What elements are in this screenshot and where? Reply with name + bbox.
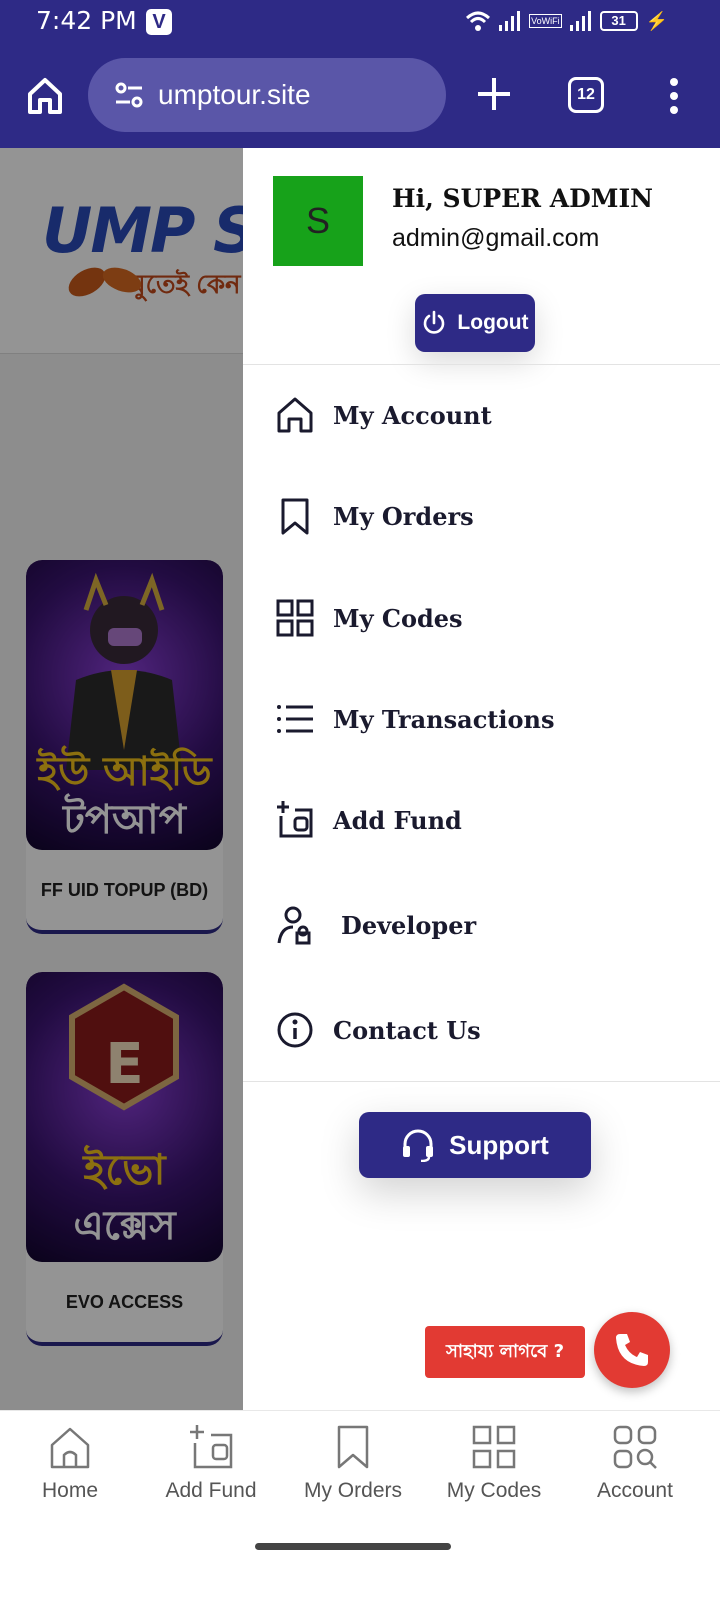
signal-icon bbox=[499, 11, 521, 31]
phone-icon bbox=[616, 1334, 648, 1366]
avatar: S bbox=[273, 176, 363, 266]
menu-item-label: My Codes bbox=[333, 603, 463, 633]
home-icon bbox=[50, 1427, 90, 1469]
grid-icon bbox=[472, 1425, 516, 1469]
status-time: 7:42 PM bbox=[36, 6, 137, 35]
gesture-home-indicator[interactable] bbox=[255, 1543, 451, 1550]
nav-label: My Orders bbox=[303, 1479, 402, 1502]
nav-label: Home bbox=[41, 1479, 99, 1502]
nav-my-codes[interactable]: My Codes bbox=[424, 1423, 564, 1523]
info-icon bbox=[273, 1008, 317, 1052]
nav-label: Add Fund bbox=[165, 1479, 257, 1502]
grid-icon bbox=[273, 596, 317, 640]
url-bar[interactable]: umptour.site bbox=[88, 58, 446, 132]
vowifi-icon: VoWiFi bbox=[529, 14, 562, 28]
call-button[interactable] bbox=[594, 1312, 670, 1388]
headset-icon bbox=[403, 1129, 434, 1162]
wifi-icon bbox=[466, 11, 491, 31]
user-greeting: Hi, SUPER ADMIN bbox=[392, 184, 654, 213]
support-button[interactable]: Support bbox=[359, 1112, 591, 1178]
logout-label: Logout bbox=[457, 311, 529, 334]
bookmark-icon bbox=[273, 494, 317, 538]
browser-toolbar: umptour.site 12 bbox=[0, 44, 720, 148]
nav-label: Account bbox=[597, 1479, 673, 1502]
menu-item-my-account[interactable]: My Account bbox=[273, 385, 693, 445]
menu-item-my-codes[interactable]: My Codes bbox=[273, 588, 693, 648]
home-icon bbox=[273, 393, 317, 437]
menu-item-label: Developer bbox=[341, 910, 477, 940]
support-label: Support bbox=[449, 1129, 549, 1160]
power-icon bbox=[424, 310, 445, 334]
menu-item-label: Add Fund bbox=[333, 805, 462, 835]
tab-switcher-button[interactable]: 12 bbox=[568, 77, 604, 113]
divider bbox=[243, 1081, 720, 1082]
wallet-plus-icon bbox=[190, 1425, 233, 1469]
bookmark-icon bbox=[337, 1425, 369, 1469]
nav-add-fund[interactable]: Add Fund bbox=[141, 1423, 281, 1523]
status-bar: 7:42 PM V VoWiFi 31 ⚡ bbox=[0, 0, 720, 44]
signal-icon-2 bbox=[569, 11, 591, 31]
logout-button[interactable]: Logout bbox=[415, 294, 535, 352]
browser-home-icon[interactable] bbox=[22, 72, 68, 118]
menu-item-label: My Account bbox=[333, 400, 492, 430]
menu-item-contact-us[interactable]: Contact Us bbox=[273, 1000, 693, 1060]
battery-icon: 31 bbox=[599, 11, 638, 31]
apps-search-icon bbox=[613, 1425, 657, 1469]
site-settings-icon[interactable] bbox=[114, 80, 144, 110]
menu-item-label: My Transactions bbox=[333, 704, 555, 734]
menu-item-add-fund[interactable]: Add Fund bbox=[273, 790, 693, 850]
nav-my-orders[interactable]: My Orders bbox=[283, 1423, 423, 1523]
help-badge[interactable]: সাহায্য লাগবে ? bbox=[425, 1326, 585, 1378]
wallet-plus-icon bbox=[273, 798, 317, 842]
app-badge-icon: V bbox=[146, 9, 172, 35]
nav-home[interactable]: Home bbox=[0, 1423, 140, 1523]
list-icon bbox=[273, 697, 317, 741]
status-icons: VoWiFi 31 ⚡ bbox=[465, 8, 668, 34]
divider bbox=[243, 364, 720, 365]
menu-item-my-orders[interactable]: My Orders bbox=[273, 486, 693, 546]
charging-icon: ⚡ bbox=[645, 10, 668, 31]
new-tab-icon[interactable] bbox=[472, 72, 516, 116]
kebab-menu-icon[interactable] bbox=[664, 74, 684, 118]
menu-item-my-transactions[interactable]: My Transactions bbox=[273, 689, 693, 749]
user-lock-icon bbox=[273, 903, 317, 947]
nav-label: My Codes bbox=[446, 1479, 542, 1502]
menu-item-developer[interactable]: Developer bbox=[273, 895, 693, 955]
user-email: admin@gmail.com bbox=[392, 224, 600, 252]
side-drawer: S Hi, SUPER ADMIN admin@gmail.com Logout… bbox=[243, 148, 720, 1438]
nav-account[interactable]: Account bbox=[565, 1423, 705, 1523]
url-text[interactable]: umptour.site bbox=[158, 79, 311, 111]
bottom-navigation: Home Add Fund My Orders My Codes Account bbox=[0, 1410, 720, 1600]
menu-item-label: Contact Us bbox=[333, 1015, 481, 1045]
menu-item-label: My Orders bbox=[333, 501, 474, 531]
